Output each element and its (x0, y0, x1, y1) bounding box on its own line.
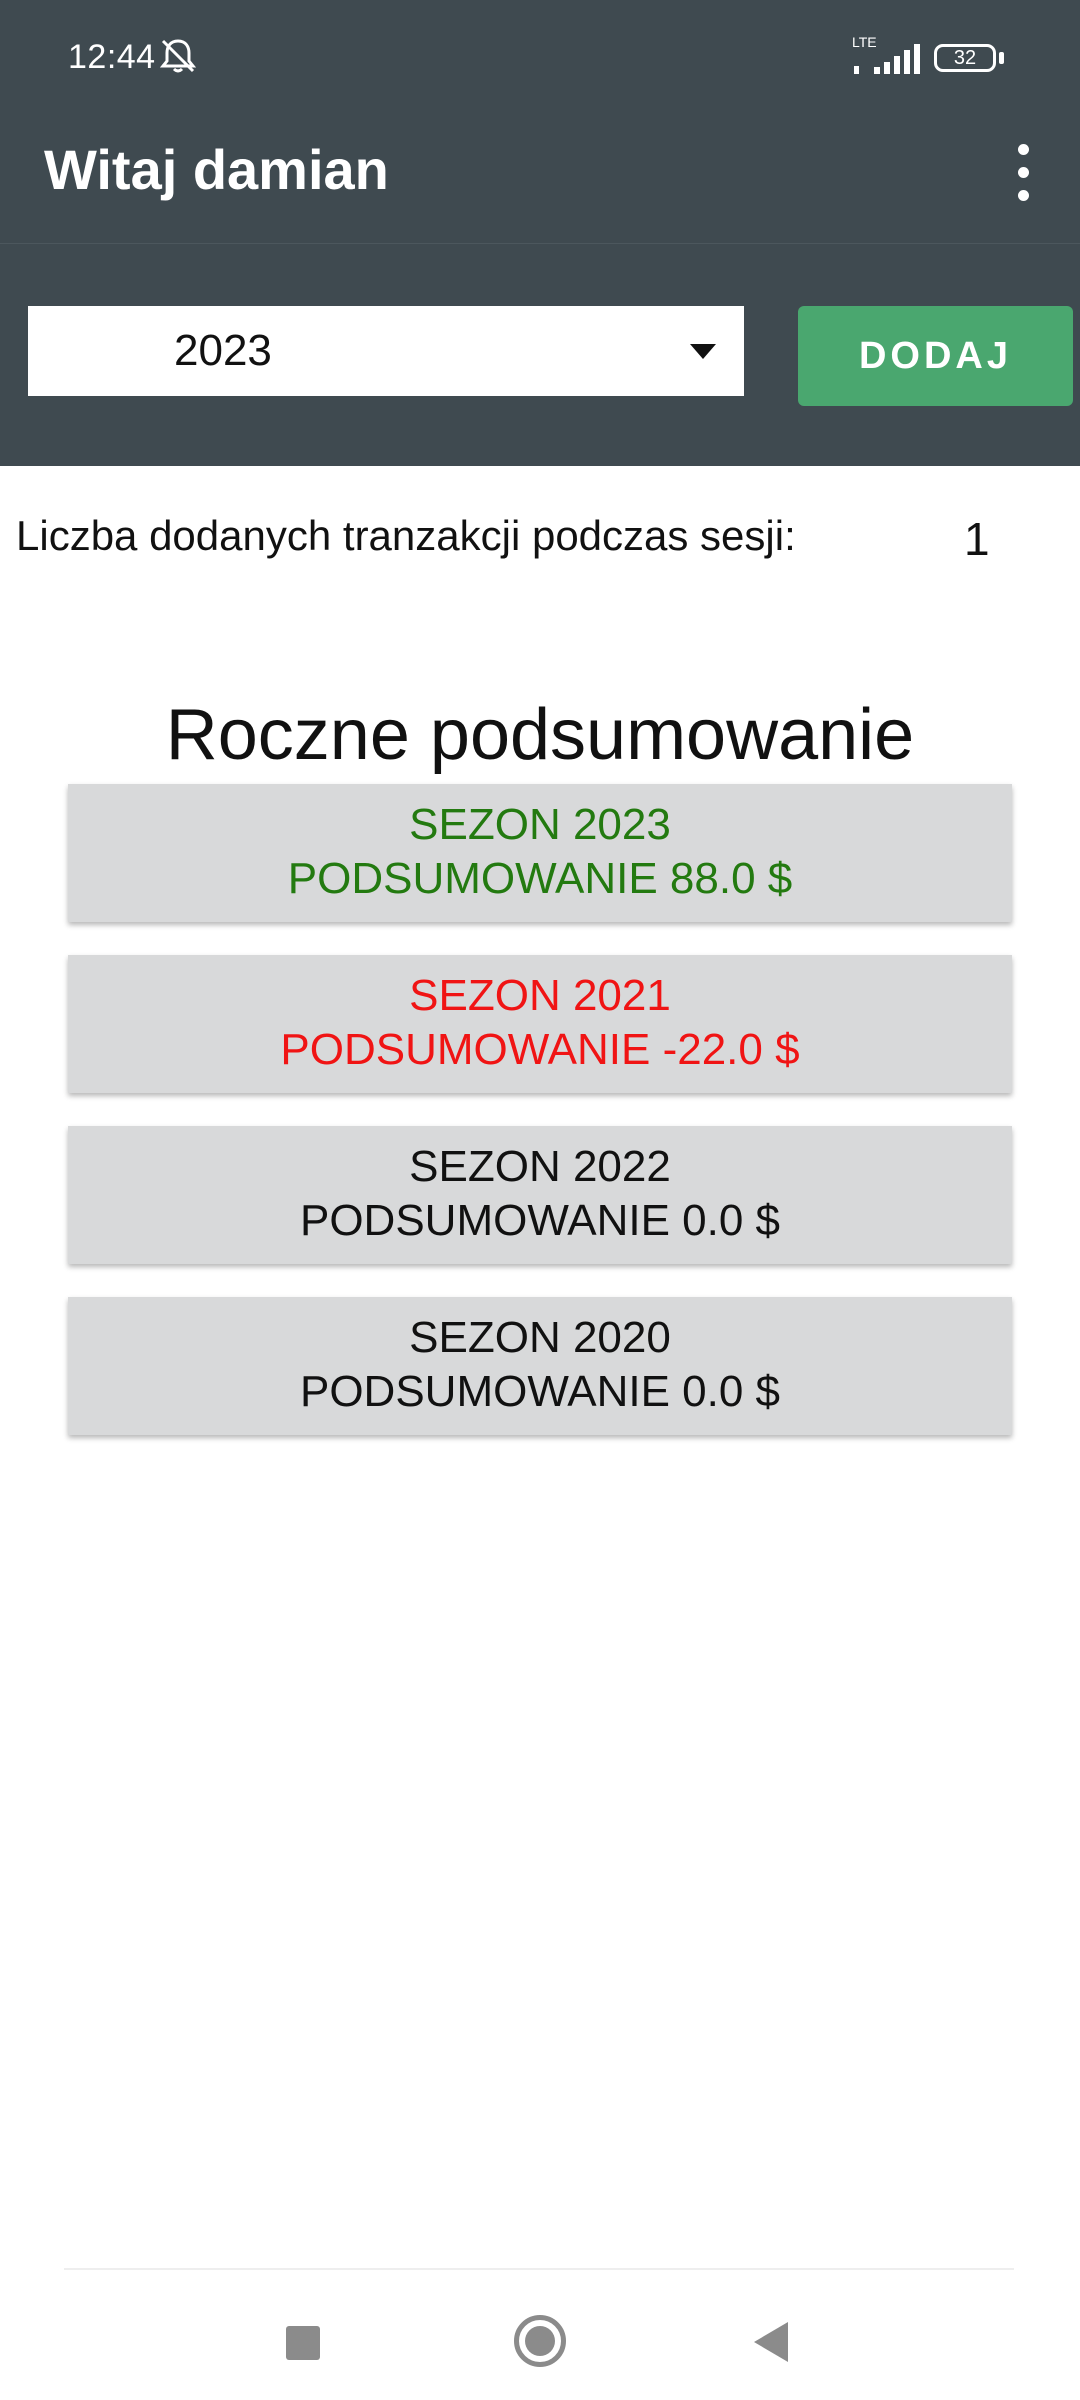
status-indicators: LTE 32 (852, 34, 1004, 80)
bell-off-icon (159, 39, 197, 73)
network-label: LTE (852, 34, 877, 50)
battery-icon: 32 (934, 40, 1004, 76)
page-title: Witaj damian (44, 138, 389, 201)
summary-title: Roczne podsumowanie (165, 695, 915, 775)
system-navigation-bar (0, 2290, 1080, 2400)
home-icon[interactable] (514, 2315, 566, 2367)
session-transactions-label: Liczba dodanych tranzakcji podczas sesji… (16, 512, 796, 559)
season-total: PODSUMOWANIE -22.0 $ (280, 1025, 800, 1074)
season-summary-card[interactable]: SEZON 2021 PODSUMOWANIE -22.0 $ (68, 955, 1012, 1093)
app-bar: Witaj damian (0, 118, 1080, 244)
overflow-menu-icon[interactable] (1014, 144, 1034, 202)
season-label: SEZON 2020 (409, 1313, 671, 1362)
status-time: 12:44 (68, 38, 156, 76)
season-total: PODSUMOWANIE 88.0 $ (287, 854, 793, 903)
status-bar: 12:44 LTE 32 (0, 0, 1080, 118)
battery-level: 32 (953, 47, 977, 69)
season-summary-card[interactable]: SEZON 2022 PODSUMOWANIE 0.0 $ (68, 1126, 1012, 1264)
controls-band: 2023 DODAJ (0, 244, 1080, 466)
navigation-divider (64, 2268, 1014, 2270)
season-total: PODSUMOWANIE 0.0 $ (299, 1367, 781, 1416)
season-summary-card[interactable]: SEZON 2023 PODSUMOWANIE 88.0 $ (68, 784, 1012, 922)
signal-icon: LTE (852, 34, 924, 78)
back-icon[interactable] (754, 2322, 788, 2362)
year-dropdown[interactable]: 2023 (28, 306, 744, 396)
season-label: SEZON 2021 (409, 971, 671, 1020)
recents-icon[interactable] (286, 2326, 320, 2360)
session-transactions-count: 1 (964, 513, 990, 565)
dropdown-arrow-icon (690, 344, 716, 359)
season-total: PODSUMOWANIE 0.0 $ (299, 1196, 781, 1245)
add-button[interactable]: DODAJ (798, 306, 1073, 406)
season-label: SEZON 2023 (409, 800, 671, 849)
season-summary-card[interactable]: SEZON 2020 PODSUMOWANIE 0.0 $ (68, 1297, 1012, 1435)
season-label: SEZON 2022 (409, 1142, 671, 1191)
selected-year: 2023 (174, 326, 272, 375)
